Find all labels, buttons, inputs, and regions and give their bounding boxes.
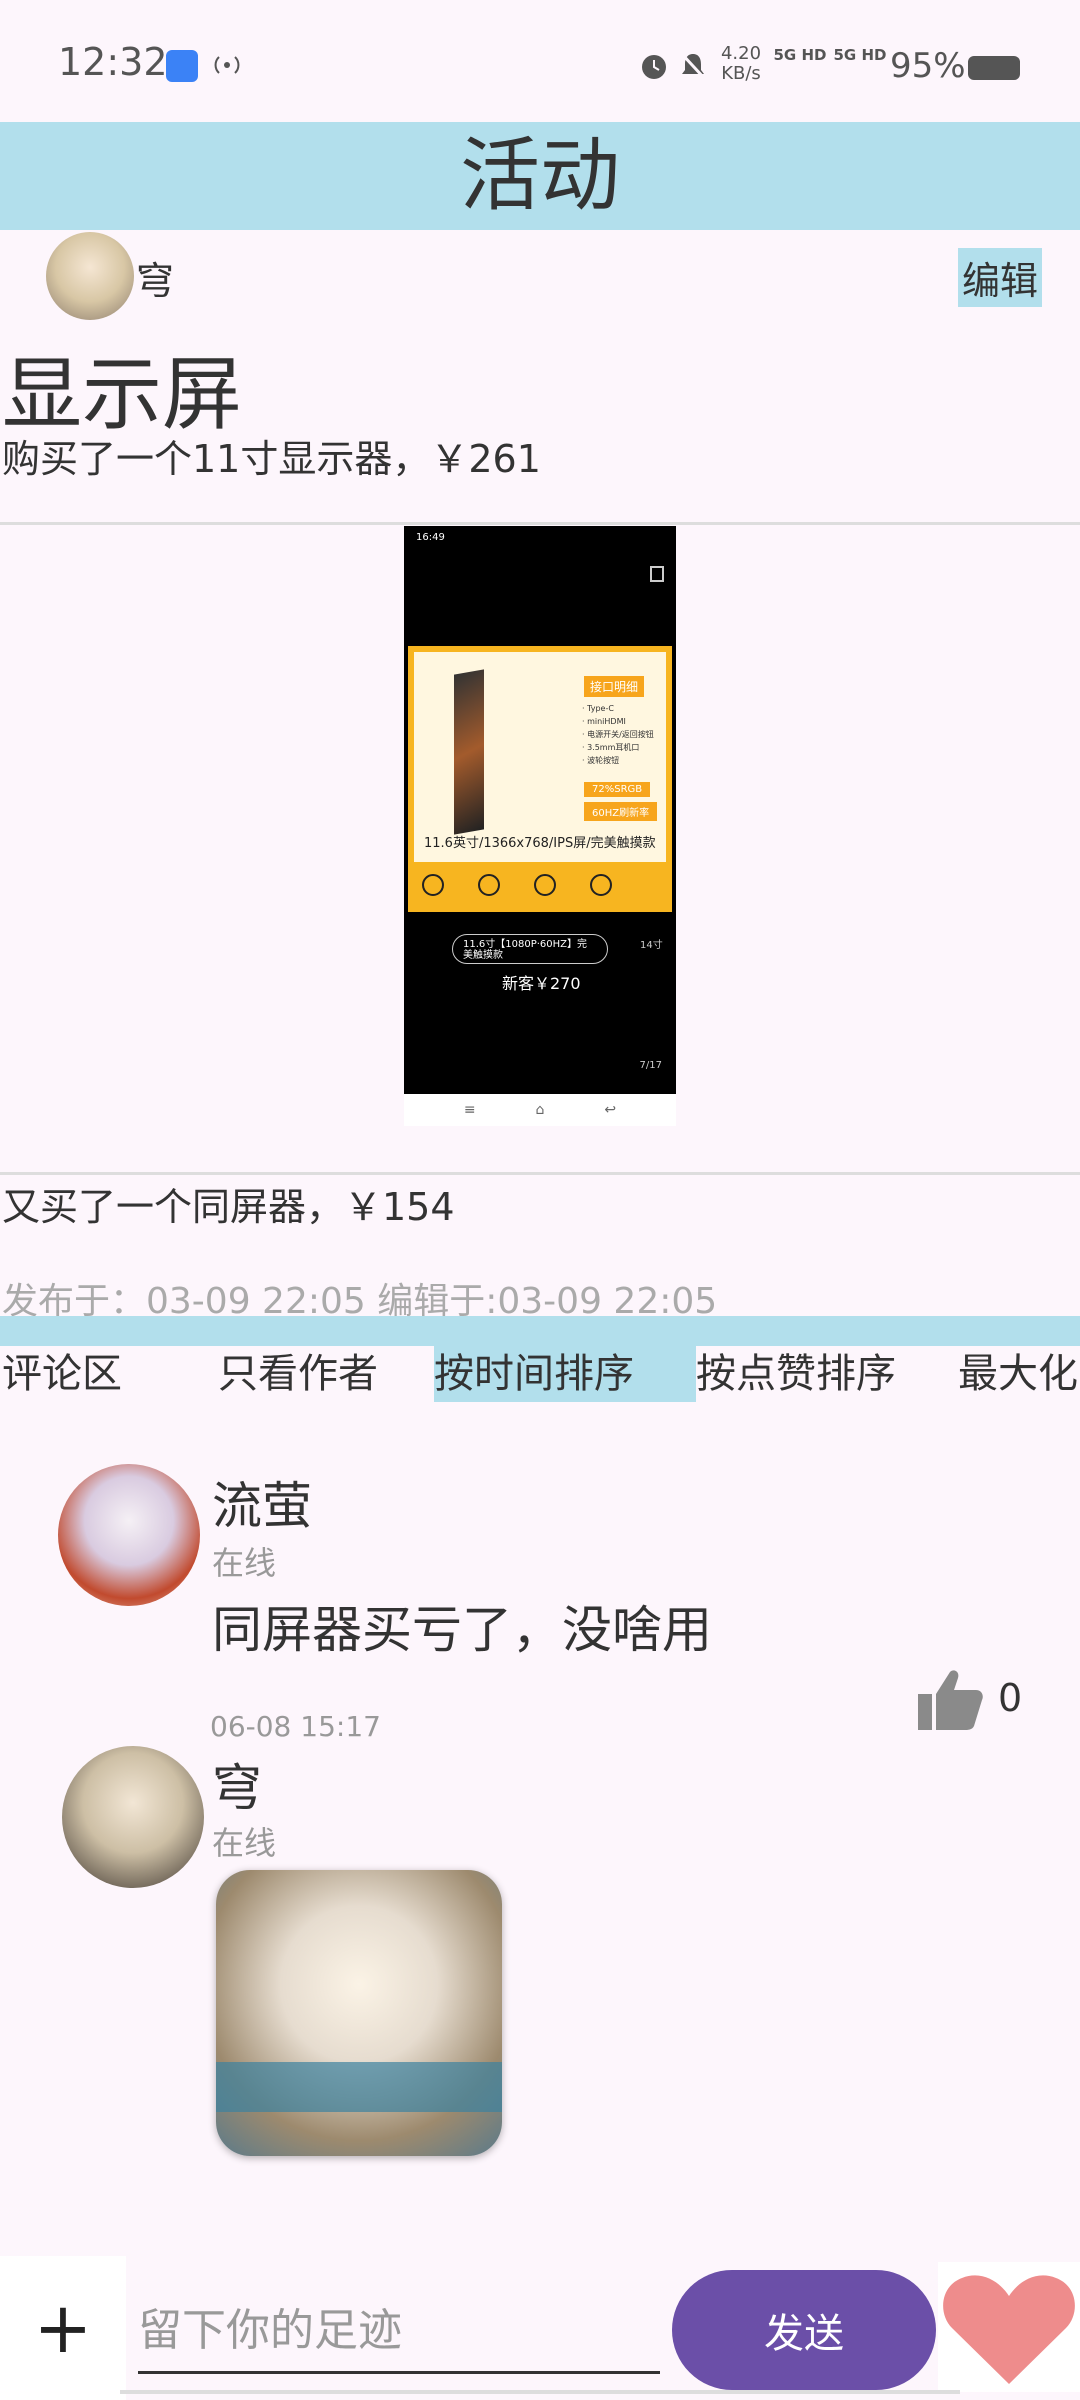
spec-item: · miniHDMI: [582, 717, 626, 726]
like-count: 0: [998, 1676, 1023, 1720]
spec-item: · 波轮按钮: [582, 756, 620, 765]
tab-sort-by-time[interactable]: 按时间排序: [434, 1346, 696, 1402]
image-status-time: 16:49: [416, 532, 445, 543]
post-text-1: 购买了一个11寸显示器，￥261: [2, 437, 541, 481]
spec-item: · Type-C: [582, 704, 614, 713]
comment-status: 在线: [212, 1544, 277, 1582]
network-speed-value: 4.20: [720, 43, 762, 64]
post-text-2: 又买了一个同屏器，￥154: [2, 1185, 455, 1229]
image-pager: 7/17: [639, 1060, 662, 1071]
edit-button[interactable]: 编辑: [958, 248, 1043, 307]
share-icon: [650, 566, 664, 582]
mute-icon: [679, 51, 707, 81]
title-bar: 活动: [0, 122, 1080, 230]
tab-comments: 评论区: [2, 1351, 122, 1397]
post-image[interactable]: 16:49 接口明细 · Type-C · miniHDMI · 电源开关/返回…: [404, 526, 676, 1126]
home-icon: ⌂: [535, 1102, 545, 1118]
feature-icon: [590, 874, 612, 896]
tab-author-only[interactable]: 只看作者: [218, 1346, 378, 1402]
author-avatar[interactable]: [46, 232, 134, 320]
monitor-image: [454, 669, 484, 835]
product-caption: 11.6英寸/1366x768/IPS屏/完美触摸款: [424, 836, 656, 851]
app-notification-icon: [166, 50, 198, 82]
signal-sim1: 5G HD: [773, 46, 827, 64]
network-speed-unit: KB/s: [721, 63, 761, 84]
comment-image[interactable]: [216, 1870, 502, 2156]
menu-icon: ≡: [463, 1102, 476, 1118]
divider: [0, 522, 1080, 525]
battery-icon: [968, 56, 1020, 80]
product-card-inner: 接口明细 · Type-C · miniHDMI · 电源开关/返回按钮 · 3…: [414, 652, 666, 862]
author-name[interactable]: 穹: [136, 250, 174, 305]
network-speed: 4.20 KB/s: [716, 44, 766, 84]
image-nav-bar: ≡ ⌂ ↩: [404, 1094, 676, 1126]
comment-text: 同屏器买亏了，没啥用: [212, 1601, 712, 1659]
comment-status: 在线: [212, 1824, 277, 1862]
status-time: 12:32: [58, 40, 168, 84]
srgb-badge: 72%SRGB: [584, 782, 651, 797]
feature-icon: [534, 874, 556, 896]
feature-icons: [422, 874, 662, 904]
tab-sort-by-likes[interactable]: 按点赞排序: [696, 1346, 896, 1402]
tab-maximize[interactable]: 最大化: [958, 1346, 1078, 1402]
signal-sim2: 5G HD: [833, 46, 887, 64]
feature-icon: [478, 874, 500, 896]
comment-avatar[interactable]: [62, 1746, 204, 1888]
add-button[interactable]: +: [0, 2256, 126, 2400]
tabs-stripe: [0, 1316, 1080, 1346]
send-button[interactable]: 发送: [672, 2270, 936, 2390]
image-banner: [216, 2062, 502, 2112]
comment-author[interactable]: 穹: [212, 1748, 262, 1820]
back-icon: ↩: [604, 1102, 617, 1118]
product-option-side: 14寸: [640, 940, 663, 951]
refresh-badge: 60HZ刷新率: [584, 802, 658, 821]
comment-input[interactable]: [138, 2290, 660, 2374]
product-card: 接口明细 · Type-C · miniHDMI · 电源开关/返回按钮 · 3…: [408, 646, 672, 912]
spec-item: · 电源开关/返回按钮: [582, 730, 654, 739]
spec-list: · Type-C · miniHDMI · 电源开关/返回按钮 · 3.5mm耳…: [582, 702, 654, 767]
alarm-icon: [642, 55, 666, 79]
interface-tag: 接口明细: [584, 676, 645, 697]
thumbs-up-icon[interactable]: [916, 1666, 984, 1732]
battery-percent: 95%: [890, 46, 966, 86]
product-price: 新客￥270: [502, 974, 581, 993]
hotspot-icon: [214, 56, 240, 74]
page-title: 活动: [460, 129, 620, 222]
status-bar: 12:32 4.20 KB/s 5G HD 5G HD 95%: [0, 0, 1080, 122]
comment-author[interactable]: 流萤: [212, 1466, 312, 1538]
comment-time: 06-08 15:17: [210, 1710, 381, 1743]
comment-avatar[interactable]: [58, 1464, 200, 1606]
sf-icon: [422, 874, 444, 896]
divider: [0, 1172, 1080, 1175]
product-option: 11.6寸【1080P·60HZ】完美触摸款: [452, 934, 608, 964]
gesture-bar: [120, 2390, 960, 2394]
spec-item: · 3.5mm耳机口: [582, 743, 640, 752]
heart-icon[interactable]: [938, 2262, 1080, 2392]
